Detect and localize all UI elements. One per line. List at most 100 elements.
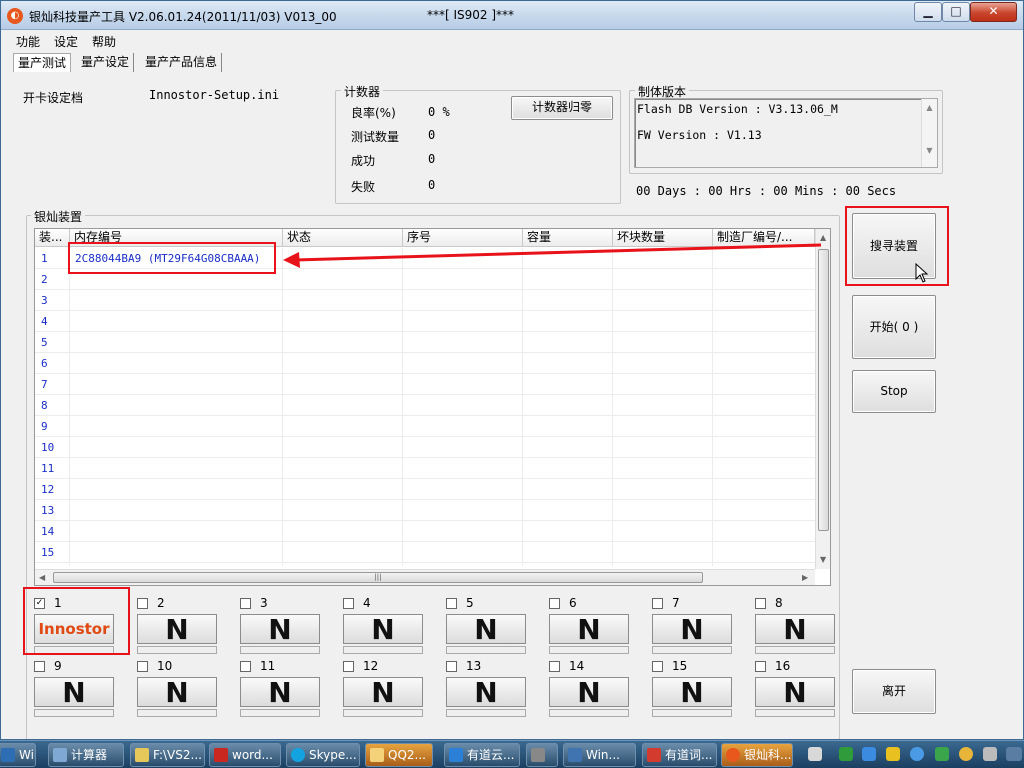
port-5[interactable]: 5N [446, 596, 528, 658]
port-10[interactable]: 10 N [137, 659, 219, 721]
port-checkbox[interactable] [240, 598, 251, 609]
port-status-button[interactable]: N [137, 677, 217, 708]
taskbar-item[interactable]: 有道云... [444, 743, 520, 767]
menu-help[interactable]: 帮助 [92, 33, 116, 50]
scroll-down-icon[interactable]: ▼ [820, 555, 826, 564]
port-2[interactable]: 2N [137, 596, 219, 658]
menu-settings[interactable]: 设定 [54, 33, 78, 50]
menu-function[interactable]: 功能 [16, 33, 40, 50]
taskbar-item[interactable]: 计算器 [48, 743, 124, 767]
show-desktop-icon[interactable] [1006, 747, 1022, 761]
port-11[interactable]: 11 N [240, 659, 322, 721]
port-15[interactable]: 15 N [652, 659, 734, 721]
port-checkbox[interactable] [549, 598, 560, 609]
table-row[interactable]: 15 [35, 542, 815, 563]
table-row[interactable]: 7 [35, 374, 815, 395]
tab-product-info[interactable]: 量产产品信息 [141, 53, 223, 72]
taskbar-item[interactable]: F:\VS2... [130, 743, 205, 767]
port-checkbox[interactable] [343, 661, 354, 672]
port-status-button[interactable]: N [343, 614, 423, 645]
port-checkbox[interactable] [446, 598, 457, 609]
port-status-button[interactable]: N [652, 614, 732, 645]
table-row[interactable]: 5 [35, 332, 815, 353]
port-status-button[interactable]: N [34, 677, 114, 708]
port-checkbox[interactable] [137, 661, 148, 672]
close-button[interactable]: ✕ [970, 2, 1017, 22]
title-bar[interactable]: ◐ 银灿科技量产工具 V2.06.01.24(2011/11/03) V013_… [1, 1, 1023, 30]
table-row[interactable]: 9 [35, 416, 815, 437]
port-checkbox[interactable] [137, 598, 148, 609]
port-status-button[interactable]: N [240, 677, 320, 708]
col-device[interactable]: 装... [35, 229, 70, 247]
tray-app-icon[interactable] [839, 747, 853, 761]
taskbar-item[interactable]: word... [209, 743, 281, 767]
tray-app-icon[interactable] [935, 747, 949, 761]
port-status-button[interactable]: N [343, 677, 423, 708]
vertical-scroll-thumb[interactable] [818, 249, 829, 531]
port-status-button[interactable]: N [549, 614, 629, 645]
table-row[interactable]: 3 [35, 290, 815, 311]
horizontal-scroll-thumb[interactable]: ||| [53, 572, 703, 583]
port-status-button[interactable]: N [446, 614, 526, 645]
table-row[interactable]: 6 [35, 353, 815, 374]
port-14[interactable]: 14 N [549, 659, 631, 721]
tab-production-settings[interactable]: 量产设定 [77, 53, 135, 72]
port-checkbox[interactable] [240, 661, 251, 672]
taskbar-item[interactable]: Skype... [286, 743, 360, 767]
table-row[interactable]: 10 [35, 437, 815, 458]
firmware-textbox[interactable]: Flash DB Version : V3.13.06_M FW Version… [634, 98, 938, 168]
port-checkbox[interactable] [755, 598, 766, 609]
table-horizontal-scrollbar[interactable]: ◀ ||| ▶ [35, 569, 815, 585]
port-checkbox[interactable] [755, 661, 766, 672]
taskbar-item[interactable]: Win... [563, 743, 636, 767]
port-9[interactable]: 9N [34, 659, 116, 721]
port-13[interactable]: 13 N [446, 659, 528, 721]
tab-production-test[interactable]: 量产测试 [13, 53, 72, 72]
taskbar-item[interactable]: Win... [0, 743, 36, 767]
table-row[interactable]: 12 [35, 479, 815, 500]
port-status-button[interactable]: N [240, 614, 320, 645]
port-checkbox[interactable] [549, 661, 560, 672]
start-button[interactable]: 开始( 0 ) [852, 295, 936, 359]
table-row[interactable]: 14 [35, 521, 815, 542]
port-8[interactable]: 8N [755, 596, 837, 658]
network-icon[interactable] [910, 747, 924, 761]
qq-tray-icon[interactable] [959, 747, 973, 761]
table-row[interactable]: 13 [35, 500, 815, 521]
taskbar-item[interactable] [526, 743, 558, 767]
port-3[interactable]: 3N [240, 596, 322, 658]
maximize-button[interactable]: □ [942, 2, 970, 22]
table-row[interactable]: 8 [35, 395, 815, 416]
reset-counter-button[interactable]: 计数器归零 [511, 96, 613, 120]
shield-icon[interactable] [886, 747, 900, 761]
port-7[interactable]: 7N [652, 596, 734, 658]
stop-button[interactable]: Stop [852, 370, 936, 413]
minimize-button[interactable]: ▁ [914, 2, 942, 22]
scroll-right-icon[interactable]: ▶ [802, 573, 808, 582]
port-status-button[interactable]: N [755, 614, 835, 645]
taskbar-item[interactable]: 有道词... [642, 743, 717, 767]
table-row[interactable]: 11 [35, 458, 815, 479]
port-status-button[interactable]: N [652, 677, 732, 708]
port-status-button[interactable]: N [755, 677, 835, 708]
port-4[interactable]: 4N [343, 596, 425, 658]
tray-app-icon[interactable] [862, 747, 876, 761]
port-checkbox[interactable] [446, 661, 457, 672]
table-vertical-scrollbar[interactable]: ▲ ▼ [815, 229, 830, 569]
scroll-left-icon[interactable]: ◀ [39, 573, 45, 582]
port-status-button[interactable]: N [446, 677, 526, 708]
port-status-button[interactable]: N [137, 614, 217, 645]
exit-button[interactable]: 离开 [852, 669, 936, 714]
port-12[interactable]: 12 N [343, 659, 425, 721]
port-6[interactable]: 6N [549, 596, 631, 658]
port-checkbox[interactable] [34, 661, 45, 672]
port-checkbox[interactable] [343, 598, 354, 609]
keyboard-icon[interactable] [808, 747, 822, 761]
port-status-button[interactable]: N [549, 677, 629, 708]
taskbar-item[interactable]: 银灿科... [721, 743, 793, 767]
port-16[interactable]: 16 N [755, 659, 837, 721]
taskbar-item[interactable]: QQ2... [365, 743, 433, 767]
table-row[interactable]: 4 [35, 311, 815, 332]
speaker-icon[interactable] [983, 747, 997, 761]
firmware-scrollbar[interactable]: ▲ ▼ [921, 99, 937, 167]
